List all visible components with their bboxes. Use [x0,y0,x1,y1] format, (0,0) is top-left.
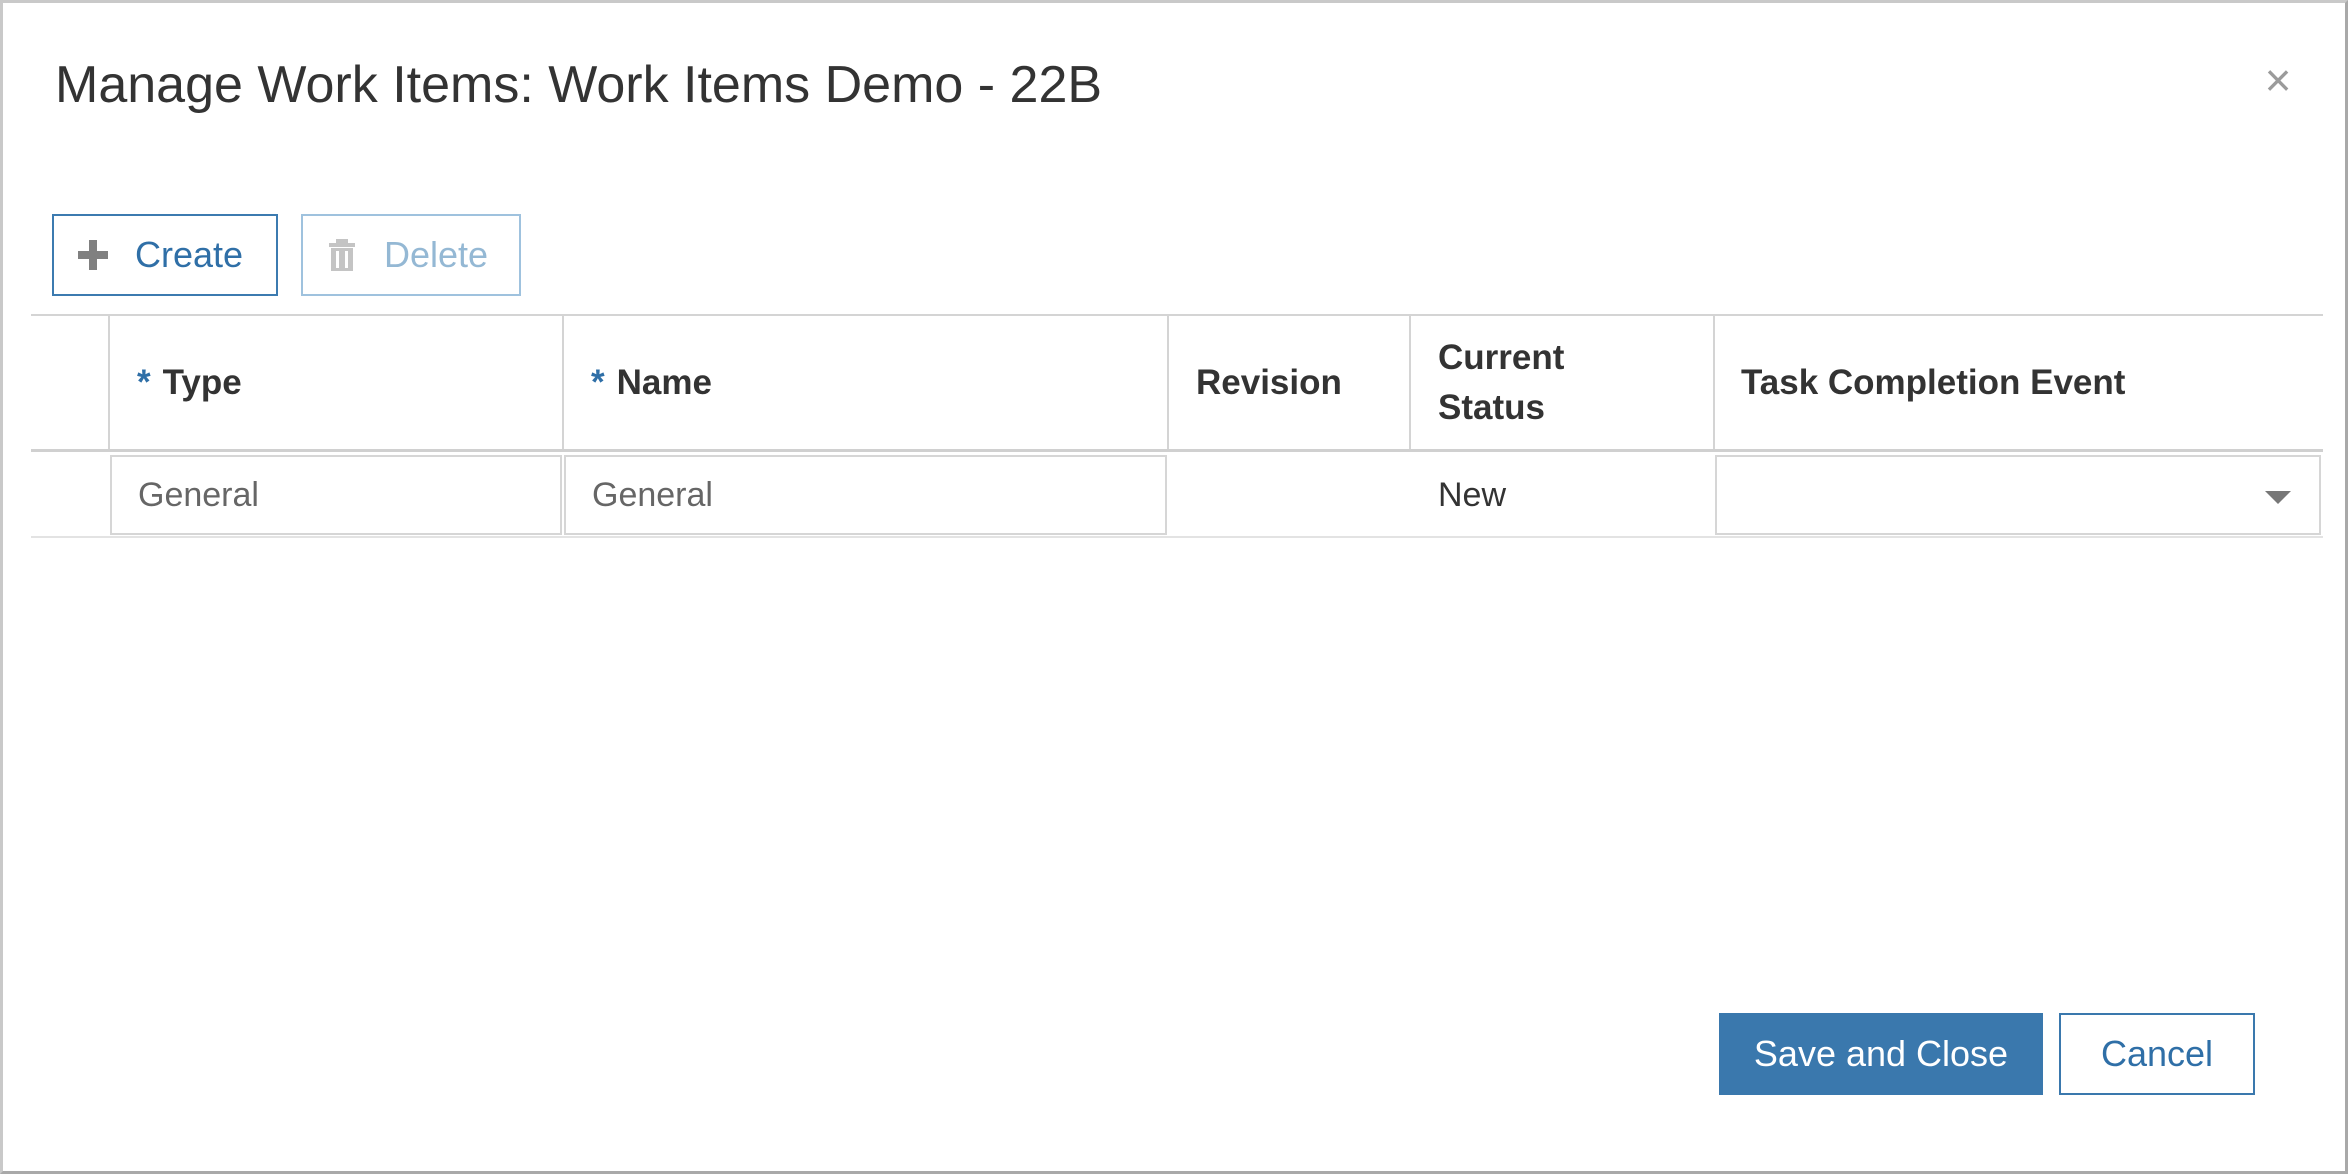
trash-icon [325,238,359,272]
status-value: New [1438,475,1507,514]
column-header-task-completion-event-label: Task Completion Event [1741,362,2126,402]
column-header-revision-label: Revision [1196,362,1342,402]
plus-icon [76,238,110,272]
name-input[interactable]: General [564,455,1167,535]
column-divider [108,316,110,449]
column-divider [562,316,564,449]
column-divider [1409,316,1411,449]
close-icon[interactable]: × [2253,55,2303,105]
column-header-current-status[interactable]: Current Status [1438,316,1564,449]
column-header-type[interactable]: * Type [137,316,242,449]
chevron-down-icon [2265,491,2291,504]
required-marker: * [137,362,151,402]
required-marker: * [591,362,605,402]
manage-work-items-dialog: Manage Work Items: Work Items Demo - 22B… [0,0,2348,1174]
delete-button[interactable]: Delete [301,214,521,296]
column-header-task-completion-event[interactable]: Task Completion Event [1741,316,2125,449]
table-header-bottom-border [31,449,2323,452]
column-divider [1713,316,1715,449]
column-header-revision[interactable]: Revision [1196,316,1342,449]
type-input[interactable]: General [110,455,562,535]
delete-button-label: Delete [384,234,489,275]
column-header-type-label: Type [162,362,242,402]
column-header-name-label: Name [616,362,712,402]
table-row-bottom-border [31,536,2323,538]
cancel-button[interactable]: Cancel [2059,1013,2255,1095]
column-divider [1167,316,1169,449]
task-completion-event-select[interactable] [1715,455,2321,535]
revision-value [1196,455,1396,535]
save-and-close-button[interactable]: Save and Close [1719,1013,2043,1095]
dialog-title: Manage Work Items: Work Items Demo - 22B [55,56,1103,114]
column-header-status-line1: Current [1438,337,1565,377]
create-button-label: Create [135,234,244,275]
column-header-name[interactable]: * Name [591,316,712,449]
create-button[interactable]: Create [52,214,278,296]
column-header-status-line2: Status [1438,387,1545,427]
